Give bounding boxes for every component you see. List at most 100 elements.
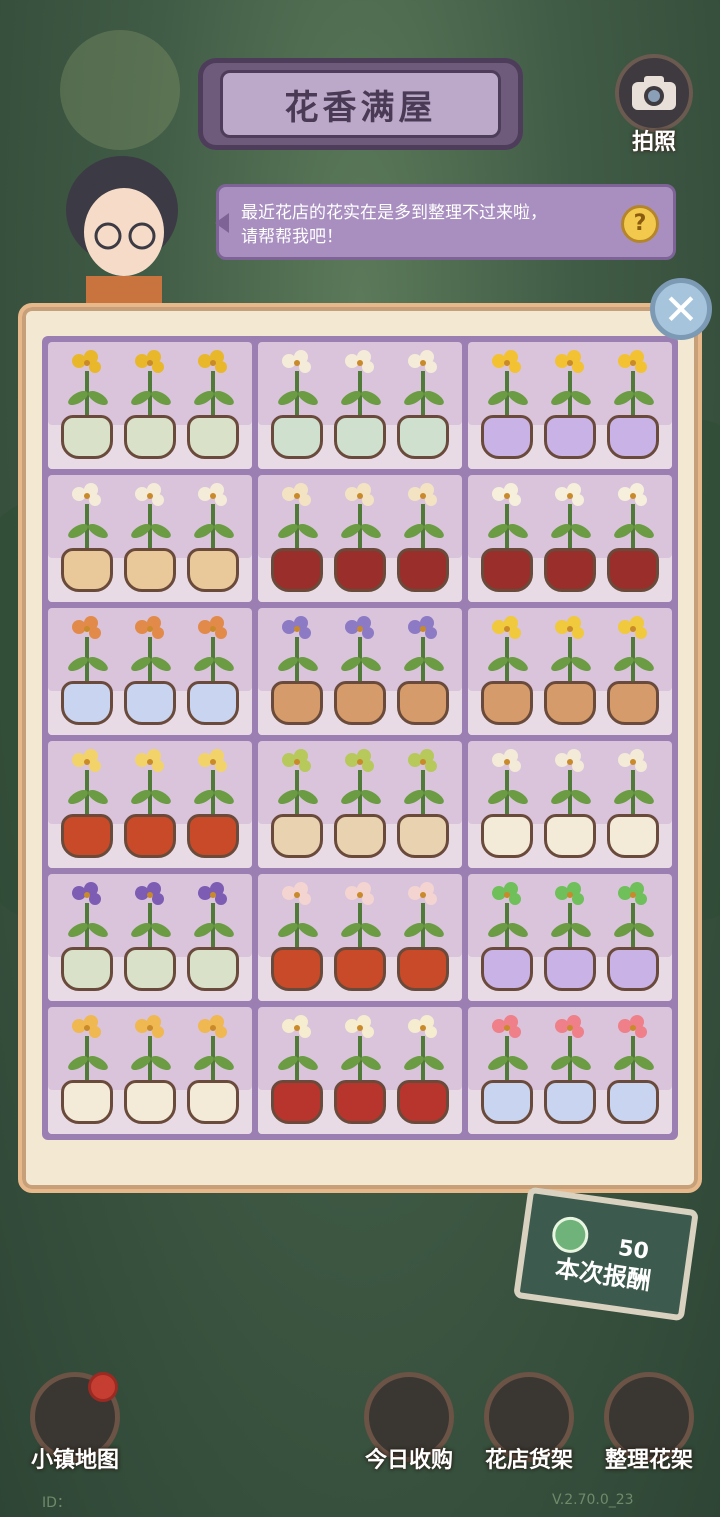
potted-flower[interactable] (332, 746, 388, 858)
camera-icon (615, 54, 693, 132)
potted-flower[interactable] (542, 879, 598, 991)
potted-flower[interactable] (122, 613, 178, 725)
potted-flower[interactable] (605, 746, 661, 858)
potted-flower[interactable] (479, 746, 535, 858)
potted-flower[interactable] (542, 347, 598, 459)
potted-flower[interactable] (542, 1012, 598, 1124)
potted-flower[interactable] (395, 480, 451, 592)
potted-flower[interactable] (395, 613, 451, 725)
potted-flower[interactable] (395, 347, 451, 459)
shelf-slot[interactable] (48, 475, 252, 602)
potted-flower[interactable] (59, 347, 115, 459)
flower-icon (407, 749, 437, 772)
potted-flower[interactable] (269, 746, 325, 858)
potted-flower[interactable] (332, 879, 388, 991)
shelf-slot[interactable] (48, 1007, 252, 1134)
shelf-slot[interactable] (258, 475, 462, 602)
shelf-slot[interactable] (48, 608, 252, 735)
potted-flower[interactable] (395, 879, 451, 991)
vase (606, 1080, 659, 1124)
potted-flower[interactable] (332, 480, 388, 592)
potted-flower[interactable] (185, 879, 241, 991)
nav-today-purchase[interactable]: 今日收购 (354, 1372, 464, 1492)
potted-flower[interactable] (605, 879, 661, 991)
potted-flower[interactable] (185, 746, 241, 858)
flower-icon (407, 882, 437, 905)
help-button[interactable]: ? (621, 205, 659, 243)
potted-flower[interactable] (269, 347, 325, 459)
vase (333, 1080, 386, 1124)
version-label: V.2.70.0_23 (552, 1492, 634, 1508)
shelf-slot[interactable] (258, 874, 462, 1001)
shelf-slot[interactable] (468, 608, 672, 735)
potted-flower[interactable] (542, 480, 598, 592)
flower-icon (554, 483, 584, 506)
potted-flower[interactable] (269, 879, 325, 991)
shelf-slot[interactable] (258, 608, 462, 735)
potted-flower[interactable] (479, 480, 535, 592)
potted-flower[interactable] (122, 480, 178, 592)
potted-flower[interactable] (185, 1012, 241, 1124)
potted-flower[interactable] (395, 746, 451, 858)
flower-icon (407, 1015, 437, 1038)
flower-icon (134, 350, 164, 373)
potted-flower[interactable] (479, 1012, 535, 1124)
shelf-slot[interactable] (468, 342, 672, 469)
potted-flower[interactable] (605, 480, 661, 592)
potted-flower[interactable] (479, 879, 535, 991)
nav-arrange-shelf[interactable]: 整理花架 (594, 1372, 704, 1492)
potted-flower[interactable] (59, 746, 115, 858)
potted-flower[interactable] (605, 613, 661, 725)
potted-flower[interactable] (122, 347, 178, 459)
potted-flower[interactable] (59, 879, 115, 991)
shelf-slot[interactable] (48, 741, 252, 868)
potted-flower[interactable] (269, 1012, 325, 1124)
shelf-slot[interactable] (48, 342, 252, 469)
nav-shop-shelf[interactable]: 花店货架 (474, 1372, 584, 1492)
potted-flower[interactable] (185, 480, 241, 592)
shelf-slot[interactable] (468, 741, 672, 868)
potted-flower[interactable] (605, 1012, 661, 1124)
vase (271, 548, 324, 592)
vase (543, 947, 596, 991)
potted-flower[interactable] (605, 347, 661, 459)
shelf-slot[interactable] (468, 1007, 672, 1134)
potted-flower[interactable] (185, 347, 241, 459)
potted-flower[interactable] (479, 613, 535, 725)
potted-flower[interactable] (332, 613, 388, 725)
vase (61, 1080, 114, 1124)
shelf-slot[interactable] (48, 874, 252, 1001)
potted-flower[interactable] (122, 879, 178, 991)
close-button[interactable]: ✕ (650, 278, 712, 340)
potted-flower[interactable] (332, 1012, 388, 1124)
vase (186, 947, 239, 991)
potted-flower[interactable] (479, 347, 535, 459)
potted-flower[interactable] (122, 1012, 178, 1124)
potted-flower[interactable] (122, 746, 178, 858)
potted-flower[interactable] (185, 613, 241, 725)
potted-flower[interactable] (269, 480, 325, 592)
potted-flower[interactable] (59, 480, 115, 592)
potted-flower[interactable] (542, 613, 598, 725)
user-id: ID： (42, 1495, 71, 1511)
vase (396, 814, 449, 858)
vase (396, 947, 449, 991)
shelf-slot[interactable] (258, 342, 462, 469)
shelf-slot[interactable] (468, 475, 672, 602)
potted-flower[interactable] (332, 347, 388, 459)
shelf-slot[interactable] (258, 1007, 462, 1134)
potted-flower[interactable] (542, 746, 598, 858)
camera-button[interactable]: 拍照 (608, 54, 700, 158)
potted-flower[interactable] (59, 613, 115, 725)
shelf-slot[interactable] (468, 874, 672, 1001)
potted-flower[interactable] (59, 1012, 115, 1124)
flower-icon (407, 350, 437, 373)
vase (123, 1080, 176, 1124)
flower-icon (134, 882, 164, 905)
potted-flower[interactable] (269, 613, 325, 725)
flower-icon (197, 749, 227, 772)
potted-flower[interactable] (395, 1012, 451, 1124)
shelf-slot[interactable] (258, 741, 462, 868)
flower-icon (344, 1015, 374, 1038)
flower-icon (134, 1015, 164, 1038)
